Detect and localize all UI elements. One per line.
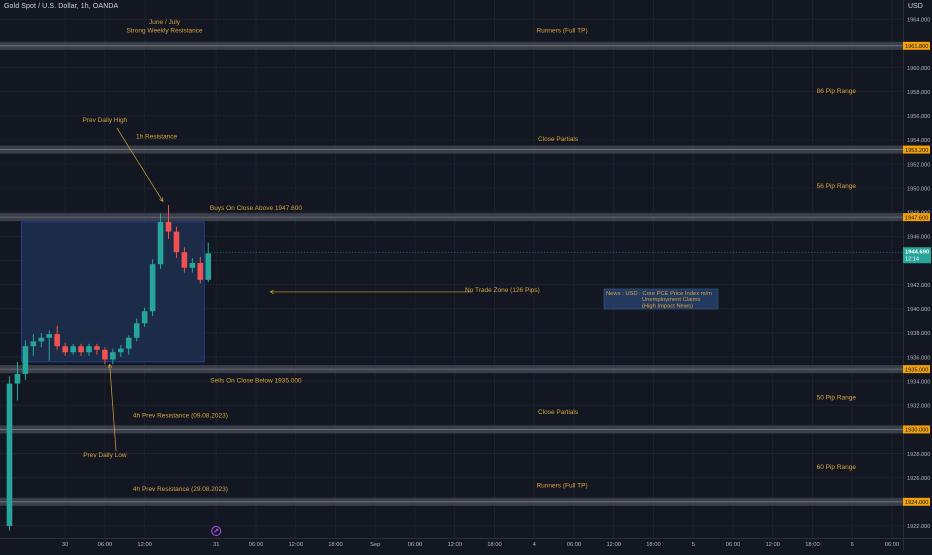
candle-body: [86, 346, 92, 353]
annotation-label: Strong Weekly Resistance: [126, 28, 202, 35]
news-line: News : USD : Core PCE Price Index m/m: [606, 291, 712, 297]
countdown-label: 12:14: [905, 257, 919, 263]
y-tick-label: 1950.000: [907, 186, 930, 192]
price-chart[interactable]: June / July Strong Weekly Resistance Runne…: [0, 0, 932, 550]
candle-body: [62, 346, 68, 353]
level-price-tag-label: 1947.600: [905, 215, 928, 221]
chart-stage[interactable]: June / July Strong Weekly Resistance Runne…: [0, 0, 932, 550]
x-tick-label: 12:00: [137, 542, 152, 548]
candle-body: [181, 252, 188, 268]
y-tick-label: 1940.000: [907, 307, 930, 313]
x-tick-label: 31: [213, 542, 219, 548]
x-tick-label: 12:00: [288, 542, 303, 548]
annotation-arrow: [109, 364, 117, 452]
y-tick-label: 1952.000: [907, 162, 930, 168]
candle-body: [70, 346, 76, 353]
candle-body: [38, 337, 45, 342]
y-tick-label: 1926.000: [907, 476, 930, 482]
annotation-label: June / July: [149, 19, 181, 26]
annotation-label: Sells On Close Below 1935.000: [210, 377, 302, 384]
level-price-tag-label: 1930.000: [905, 428, 928, 434]
candle-body: [157, 221, 164, 265]
level-price-tag-label: 1935.000: [905, 367, 928, 373]
symbol-title: Gold Spot / U.S. Dollar, 1h, OANDA: [4, 3, 119, 10]
x-tick-label: 6: [851, 542, 854, 548]
y-tick-label: 1928.000: [907, 452, 930, 458]
candle-body: [22, 346, 29, 374]
candle-body: [102, 349, 108, 360]
annotation-label: Close Partials: [538, 136, 579, 143]
y-tick-label: 1964.000: [907, 18, 930, 24]
candle-body: [173, 231, 180, 253]
annotation-label: 4h Prev Resistance (29.08.2023): [133, 486, 228, 493]
candle-body: [189, 262, 196, 268]
level-price-tag-label: 1953.200: [905, 148, 928, 154]
candle-body: [149, 264, 156, 312]
x-tick-label: 18:00: [487, 542, 502, 548]
x-tick-label: 18:00: [646, 542, 661, 548]
annotation-label: 4h Prev Resistance (09.08.2023): [133, 412, 228, 419]
annotation-label: 1h Resistance: [136, 134, 178, 141]
annotation-label: 60 Pip Range: [817, 464, 857, 471]
annotation-label: Close Partials: [538, 409, 579, 416]
candle-body: [78, 346, 84, 353]
x-tick-label: 06:00: [885, 542, 900, 548]
y-tick-label: 1942.000: [907, 283, 930, 289]
y-tick-label: 1960.000: [907, 66, 930, 72]
candle-body: [46, 334, 53, 338]
x-tick-label: 4: [533, 542, 537, 548]
y-tick-label: 1956.000: [907, 114, 930, 120]
annotation-label: 56 Pip Range: [817, 183, 857, 190]
y-tick-label: 1938.000: [907, 331, 930, 337]
x-tick-label: 06:00: [249, 542, 264, 548]
candle-body: [118, 348, 124, 353]
annotation-label: 50 Pip Range: [817, 394, 857, 401]
x-tick-label: 18:00: [328, 542, 343, 548]
level-price-tag-label: 1961.800: [905, 44, 928, 50]
candle-body: [133, 323, 140, 338]
x-tick-label: 5: [692, 542, 695, 548]
annotation-label: Runners (Full TP): [536, 28, 587, 35]
news-line: (High Impact News): [642, 303, 693, 309]
annotation-label: Prev Daily Low: [83, 452, 127, 459]
annotation-label: No Trade Zone (126 Pips): [465, 287, 540, 294]
candle-body: [30, 341, 37, 347]
annotation-label: Prev Daily High: [83, 117, 128, 124]
news-line: Unemployment Claims: [642, 297, 700, 303]
annotation-label: Buys On Close Above 1947.600: [210, 205, 303, 212]
candle-body: [14, 373, 21, 384]
level-price-tag-label: 1924.000: [905, 500, 928, 506]
candle-body: [125, 337, 132, 349]
x-tick-label: 06:00: [98, 542, 113, 548]
candle-body: [141, 311, 148, 324]
y-tick-label: 1958.000: [907, 90, 930, 96]
x-tick-label: 30: [62, 542, 68, 548]
current-price-label: 1944.690: [905, 250, 929, 256]
candle-body: [94, 346, 100, 350]
candle-body: [110, 352, 116, 360]
y-tick-label: 1936.000: [907, 355, 930, 361]
candle-body: [205, 253, 212, 280]
candle-body: [54, 334, 60, 347]
y-tick-label: 1934.000: [907, 379, 930, 385]
x-tick-label: Sep: [370, 542, 380, 548]
x-tick-label: 06:00: [408, 542, 423, 548]
y-tick-label: 1954.000: [907, 138, 930, 144]
currency-label[interactable]: USD: [908, 3, 923, 10]
x-tick-label: 12:00: [606, 542, 621, 548]
x-tick-label: 06:00: [726, 542, 741, 548]
candle-body: [165, 221, 172, 232]
annotation-label: 86 Pip Range: [817, 88, 857, 95]
y-tick-label: 1946.000: [907, 235, 930, 241]
candle-body: [197, 262, 204, 280]
x-tick-label: 06:00: [567, 542, 582, 548]
x-tick-label: 12:00: [765, 542, 780, 548]
x-tick-label: 12:00: [447, 542, 462, 548]
y-tick-label: 1932.000: [907, 404, 930, 410]
candle-body: [6, 383, 13, 526]
x-tick-label: 18:00: [805, 542, 820, 548]
annotation-label: Runners (Full TP): [536, 482, 587, 489]
y-tick-label: 1922.000: [907, 524, 930, 530]
